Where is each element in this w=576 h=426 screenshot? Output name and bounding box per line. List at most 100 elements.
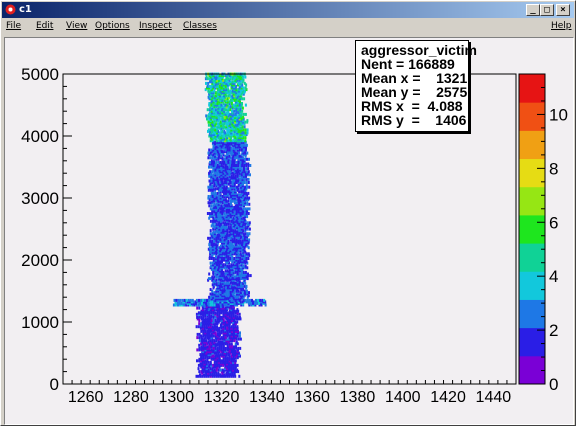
heatmap-cell bbox=[183, 298, 186, 302]
palette-swatch bbox=[519, 74, 545, 103]
heatmap-cell bbox=[206, 298, 209, 302]
heatmap-cell bbox=[237, 346, 240, 350]
heatmap-cell bbox=[244, 232, 247, 236]
heatmap-cell bbox=[189, 298, 192, 302]
heatmap-cell bbox=[244, 139, 247, 143]
heatmap-cell bbox=[227, 81, 230, 85]
heatmap-cell bbox=[219, 340, 222, 344]
heatmap-cell bbox=[213, 213, 216, 217]
heatmap-cell bbox=[209, 360, 212, 364]
heatmap-cell bbox=[217, 122, 219, 126]
heatmap-cell bbox=[244, 207, 247, 211]
heatmap-cell bbox=[210, 179, 213, 183]
heatmap-cell bbox=[185, 298, 188, 302]
heatmap-cell bbox=[245, 170, 248, 174]
heatmap-cell bbox=[216, 325, 218, 329]
menu-edit[interactable]: Edit bbox=[36, 21, 53, 31]
heatmap-cell bbox=[217, 371, 220, 375]
heatmap-cell bbox=[208, 165, 210, 169]
heatmap-cell bbox=[246, 201, 249, 205]
heatmap-cell bbox=[243, 97, 246, 101]
heatmap-cell bbox=[235, 164, 237, 167]
heatmap-cell bbox=[218, 84, 221, 88]
heatmap-cell bbox=[208, 84, 211, 88]
heatmap-cell bbox=[248, 185, 251, 189]
heatmap-cell bbox=[207, 151, 210, 155]
heatmap-cell bbox=[236, 308, 239, 312]
menu-view[interactable]: View bbox=[66, 21, 87, 31]
heatmap-cell bbox=[244, 103, 247, 107]
heatmap-cell bbox=[234, 174, 237, 178]
heatmap-cell bbox=[238, 374, 241, 378]
histogram-plot: 1260 1280 1300 1320 1340 1360 1380 1400 1420 1440… bbox=[21, 65, 568, 406]
menu-options[interactable]: Options bbox=[95, 21, 130, 31]
heatmap-cell bbox=[244, 136, 247, 140]
heatmap-cell bbox=[245, 143, 248, 147]
menu-help[interactable]: Help bbox=[551, 21, 572, 31]
stats-rms-y: RMS y = 1406 bbox=[361, 112, 467, 128]
heatmap-cell bbox=[248, 298, 251, 302]
plot-canvas[interactable]: 1260 1280 1300 1320 1340 1360 1380 1400 1420 1440… bbox=[4, 37, 574, 425]
heatmap-cell bbox=[255, 298, 257, 302]
heatmap-cell bbox=[244, 86, 247, 90]
heatmap-cell bbox=[209, 106, 212, 110]
heatmap-cell bbox=[234, 229, 237, 233]
minimize-button[interactable]: _ bbox=[526, 4, 540, 16]
menu-inspect[interactable]: Inspect bbox=[139, 21, 172, 31]
heatmap-cell bbox=[203, 373, 205, 377]
heatmap-cell bbox=[177, 298, 180, 302]
menu-classes[interactable]: Classes bbox=[183, 21, 217, 31]
heatmap-cell bbox=[212, 319, 215, 322]
heatmap-cell bbox=[224, 198, 227, 202]
heatmap-cell bbox=[222, 263, 225, 267]
heatmap-cell bbox=[222, 221, 225, 225]
heatmap-cell bbox=[220, 204, 223, 208]
heatmap-cell bbox=[239, 252, 242, 256]
heatmap-cell bbox=[232, 263, 235, 267]
palette-swatch bbox=[519, 186, 545, 216]
heatmap-cell bbox=[233, 345, 235, 349]
heatmap-cell bbox=[244, 298, 247, 302]
heatmap-cell bbox=[198, 370, 201, 374]
heatmap-cell bbox=[226, 356, 229, 360]
menu-file[interactable]: File bbox=[6, 21, 21, 31]
title-bar[interactable]: c1 _ □ × bbox=[2, 2, 574, 18]
heatmap-cell bbox=[238, 312, 241, 316]
heatmap-cell bbox=[246, 298, 249, 302]
heatmap-cell bbox=[244, 264, 247, 268]
stats-box[interactable]: aggressor_victim Nent = 166889 Mean x = … bbox=[355, 40, 477, 132]
heatmap-cell bbox=[219, 368, 222, 372]
heatmap-cell bbox=[246, 196, 249, 200]
heatmap-cell bbox=[230, 325, 233, 329]
heatmap-cell bbox=[227, 202, 230, 206]
heatmap-cell bbox=[204, 298, 207, 302]
heatmap-cell bbox=[229, 257, 232, 260]
heatmap-cell bbox=[229, 241, 232, 245]
heatmap-cell bbox=[247, 170, 250, 174]
heatmap-cell bbox=[196, 315, 199, 319]
heatmap-cell bbox=[212, 257, 215, 260]
heatmap-cell bbox=[216, 176, 219, 180]
heatmap-cell bbox=[236, 315, 239, 319]
heatmap-cell bbox=[237, 337, 240, 341]
heatmap-cell bbox=[213, 303, 216, 307]
heatmap-cell bbox=[247, 162, 250, 166]
heatmap-cell bbox=[209, 170, 212, 174]
heatmap-cell bbox=[207, 201, 210, 205]
heatmap-cell bbox=[215, 160, 218, 164]
heatmap-cell bbox=[217, 281, 220, 285]
heatmap-cell bbox=[212, 230, 215, 234]
heatmap-cell bbox=[236, 320, 239, 324]
heatmap-cell bbox=[209, 239, 212, 243]
heatmap-cell bbox=[213, 339, 216, 343]
close-button[interactable]: × bbox=[556, 4, 570, 16]
heatmap-cell bbox=[236, 368, 239, 372]
maximize-button[interactable]: □ bbox=[540, 4, 554, 16]
heatmap-cell bbox=[245, 184, 248, 188]
y-tick-label: 4000 bbox=[21, 127, 59, 146]
heatmap-cell bbox=[174, 301, 177, 305]
heatmap-cell bbox=[215, 303, 218, 307]
heatmap-cell bbox=[229, 236, 232, 240]
heatmap-cell bbox=[198, 343, 201, 347]
heatmap-cell bbox=[244, 157, 246, 161]
